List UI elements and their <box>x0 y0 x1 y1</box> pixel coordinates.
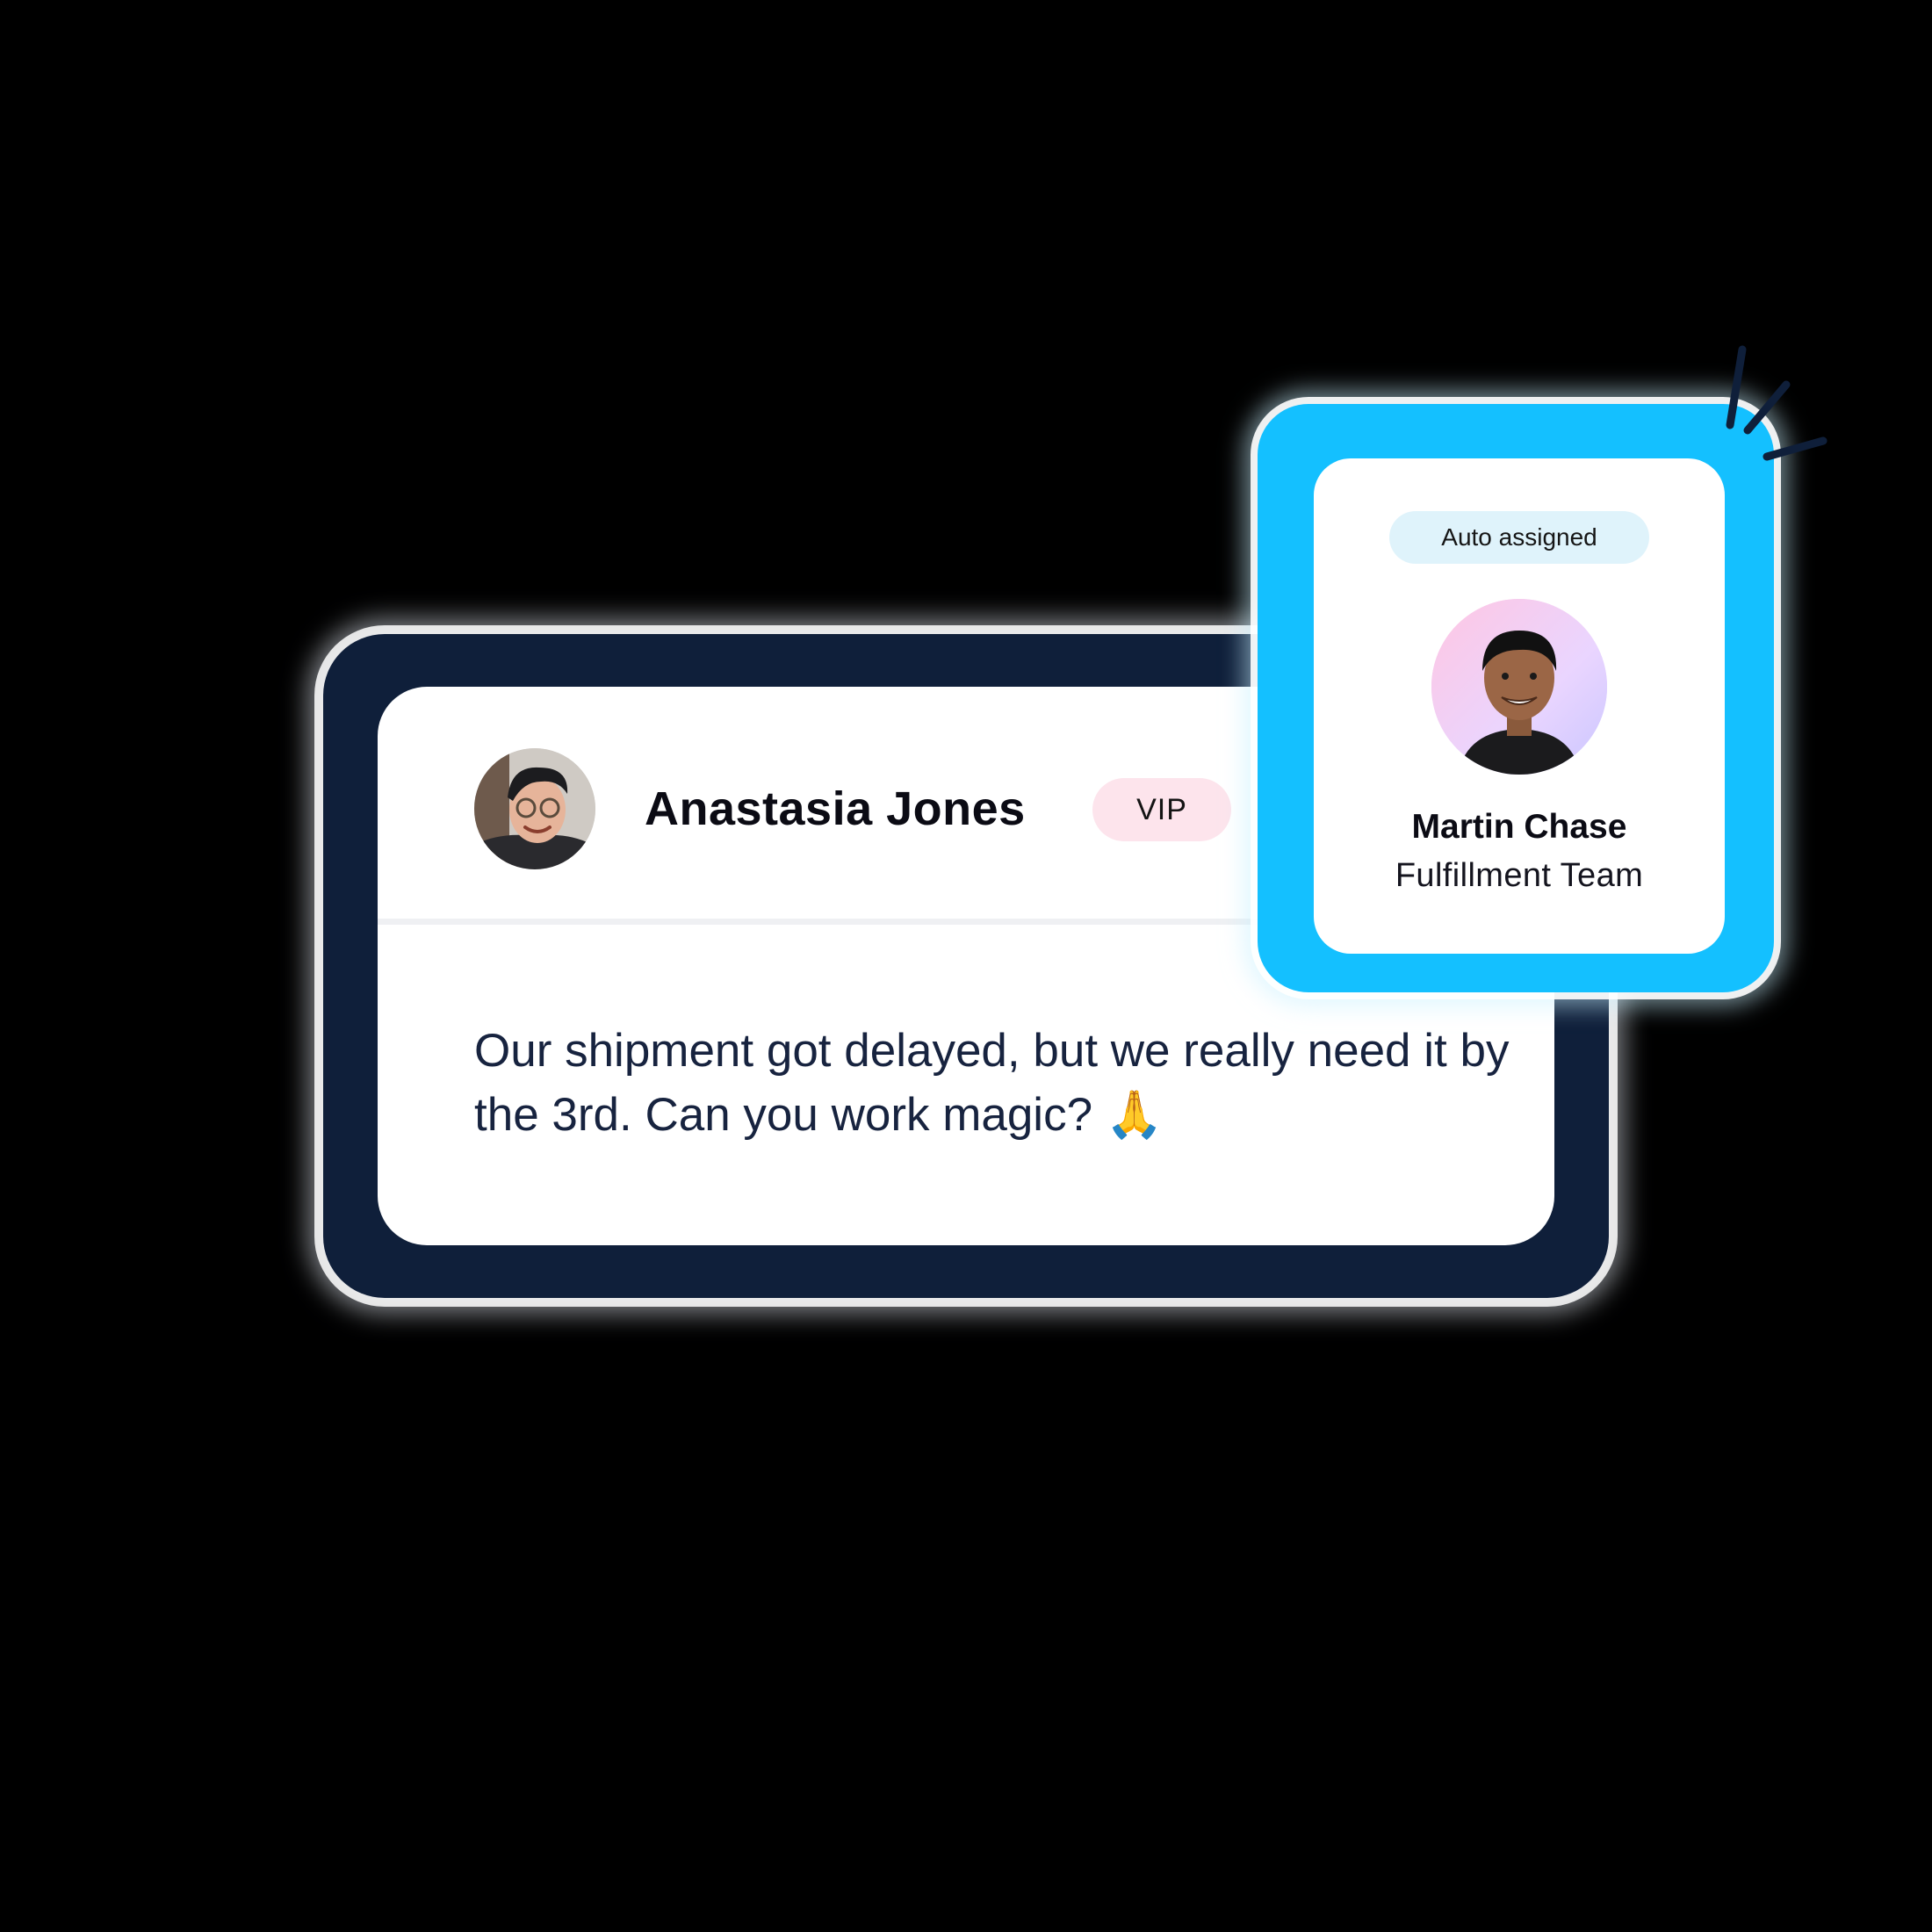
assignment-card[interactable]: Auto assigned Martin Chase Fulfillment T… <box>1314 458 1725 954</box>
prayer-hands-emoji: 🙏 <box>1105 1088 1164 1142</box>
agent-avatar-photo <box>1431 599 1607 775</box>
sparkle-icon <box>1726 345 1827 461</box>
customer-avatar-photo <box>474 748 595 869</box>
message-body: Our shipment got delayed, but we really … <box>474 1025 1510 1141</box>
agent-team: Fulfillment Team <box>1395 857 1644 894</box>
vip-badge: VIP <box>1092 778 1231 841</box>
customer-avatar[interactable] <box>474 748 595 869</box>
auto-assigned-badge: Auto assigned <box>1389 511 1649 564</box>
customer-name: Anastasia Jones <box>645 782 1026 835</box>
agent-avatar[interactable] <box>1431 599 1607 775</box>
agent-name: Martin Chase <box>1411 808 1627 846</box>
message-text: Our shipment got delayed, but we really … <box>474 1019 1510 1147</box>
stage: Anastasia Jones VIP Our shipment got del… <box>0 0 1932 1932</box>
